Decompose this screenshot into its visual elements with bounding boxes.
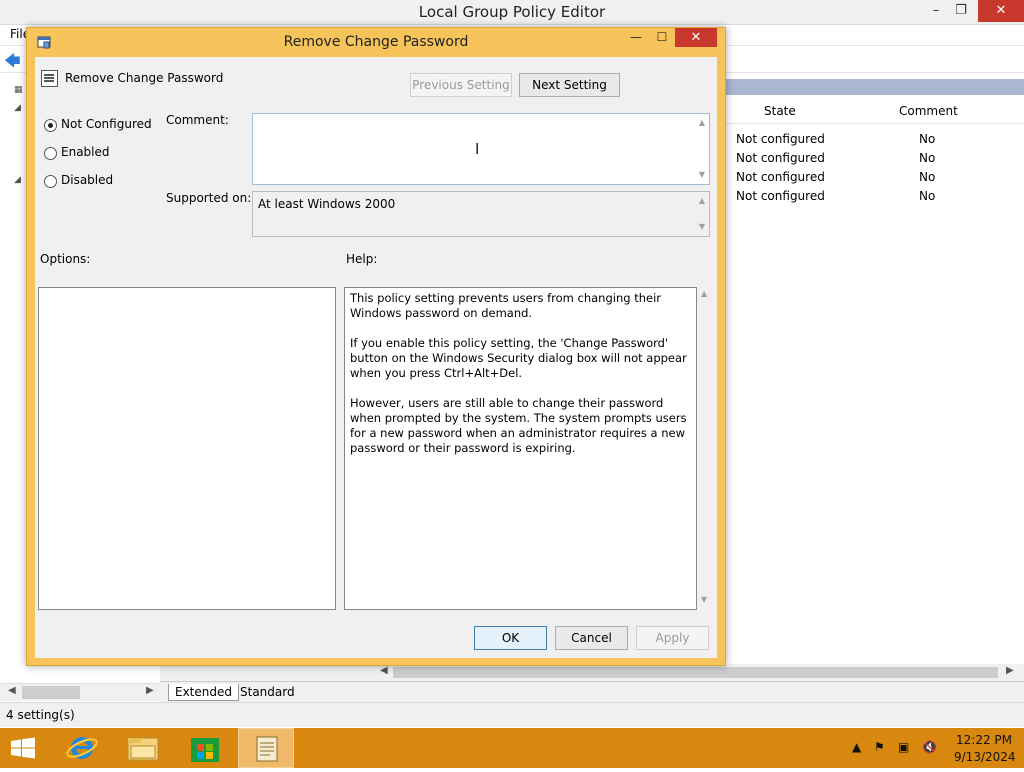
network-icon[interactable]: ▣ — [898, 740, 909, 754]
status-bar: 4 setting(s) — [0, 702, 1024, 727]
tree-expand-icon[interactable]: ◢ — [14, 175, 21, 185]
scroll-down-icon[interactable]: ▼ — [699, 222, 705, 231]
supported-on-field: At least Windows 2000 ▲ ▼ — [252, 191, 710, 237]
group-policy-editor-button[interactable] — [238, 728, 294, 768]
scroll-right-icon[interactable]: ▶ — [1006, 665, 1014, 676]
store-icon — [191, 738, 219, 762]
comment-label: Comment: — [166, 113, 229, 127]
text-cursor-icon: I — [475, 140, 480, 158]
show-hidden-icons-icon[interactable]: ▲ — [852, 740, 861, 754]
table-row[interactable]: Not configured No — [725, 130, 1024, 149]
start-button[interactable] — [0, 728, 46, 768]
apply-button[interactable]: Apply — [636, 626, 709, 650]
row-comment: No — [919, 132, 936, 146]
help-panel[interactable]: This policy setting prevents users from … — [344, 287, 697, 610]
volume-muted-icon[interactable]: 🔇 — [922, 740, 937, 754]
dialog-content: Remove Change Password Previous Setting … — [35, 57, 717, 658]
list-horizontal-scrollbar[interactable]: ◀ ▶ — [160, 664, 1024, 681]
tab-extended[interactable]: Extended — [168, 684, 239, 701]
internet-explorer-icon — [66, 737, 98, 759]
ok-button[interactable]: OK — [474, 626, 547, 650]
help-paragraph: This policy setting prevents users from … — [350, 291, 661, 320]
column-header-comment[interactable]: Comment — [899, 104, 958, 118]
setting-icon — [41, 70, 58, 87]
scroll-up-icon[interactable]: ▲ — [699, 118, 705, 127]
main-maximize-button[interactable]: ❐ — [946, 0, 976, 22]
options-label: Options: — [40, 252, 91, 266]
scroll-left-icon[interactable]: ◀ — [8, 685, 16, 696]
help-paragraph: If you enable this policy setting, the '… — [350, 336, 687, 380]
dialog-titlebar[interactable]: Remove Change Password — ☐ ✕ — [27, 28, 725, 56]
options-panel — [38, 287, 336, 610]
tree-horizontal-scrollbar[interactable]: ◀ ▶ — [0, 683, 160, 701]
table-row[interactable]: Not configured No — [725, 187, 1024, 206]
row-comment: No — [919, 189, 936, 203]
clock-date[interactable]: 9/13/2024 — [954, 750, 1016, 764]
supported-on-value: At least Windows 2000 — [258, 197, 396, 211]
scroll-up-icon[interactable]: ▲ — [699, 196, 705, 205]
start-icon — [11, 737, 35, 759]
action-center-flag-icon[interactable]: ⚑ — [874, 740, 885, 754]
row-state: Not configured — [736, 189, 825, 203]
radio-label: Not Configured — [61, 117, 152, 131]
main-close-button[interactable]: ✕ — [978, 0, 1024, 22]
scroll-right-icon[interactable]: ▶ — [146, 685, 154, 696]
radio-label: Enabled — [61, 145, 110, 159]
column-header-state[interactable]: State — [764, 104, 796, 118]
tab-standard[interactable]: Standard — [234, 684, 301, 700]
file-explorer-button[interactable] — [115, 728, 171, 768]
radio-unchecked-icon[interactable] — [44, 175, 57, 188]
scroll-up-icon[interactable]: ▲ — [701, 289, 707, 298]
setting-name: Remove Change Password — [65, 71, 224, 85]
table-row[interactable]: Not configured No — [725, 168, 1024, 187]
settings-list: State Comment Not configured No Not conf… — [725, 79, 1024, 663]
store-button[interactable] — [176, 728, 232, 768]
tree-expand-icon[interactable]: ◢ — [14, 103, 21, 113]
cancel-button[interactable]: Cancel — [555, 626, 628, 650]
view-tabs: Extended Standard — [160, 681, 1024, 702]
help-text: This policy setting prevents users from … — [350, 291, 690, 471]
list-title-bar — [725, 79, 1024, 95]
comment-input[interactable]: I ▲ ▼ — [252, 113, 710, 185]
scrollbar-thumb[interactable] — [22, 686, 80, 699]
previous-setting-button[interactable]: Previous Setting — [410, 73, 512, 97]
dialog-close-button[interactable]: ✕ — [675, 28, 717, 47]
clock-time[interactable]: 12:22 PM — [956, 733, 1012, 747]
row-state: Not configured — [736, 132, 825, 146]
taskbar: ▲ ⚑ ▣ 🔇 12:22 PM 9/13/2024 — [0, 728, 1024, 768]
policy-dialog: Remove Change Password — ☐ ✕ Remove Chan… — [26, 27, 726, 666]
group-policy-icon — [256, 736, 278, 762]
dialog-maximize-button[interactable]: ☐ — [651, 30, 673, 48]
next-setting-button[interactable]: Next Setting — [519, 73, 620, 97]
radio-unchecked-icon[interactable] — [44, 147, 57, 160]
main-window-title: Local Group Policy Editor — [418, 3, 606, 21]
row-state: Not configured — [736, 151, 825, 165]
scroll-down-icon[interactable]: ▼ — [701, 595, 707, 604]
row-comment: No — [919, 151, 936, 165]
table-row[interactable]: Not configured No — [725, 149, 1024, 168]
dialog-title: Remove Change Password — [283, 34, 469, 50]
list-header: State Comment — [725, 101, 1024, 124]
scroll-down-icon[interactable]: ▼ — [699, 170, 705, 179]
scrollbar-thumb[interactable] — [393, 667, 998, 678]
internet-explorer-button[interactable] — [56, 728, 112, 768]
help-label: Help: — [346, 252, 378, 266]
help-paragraph: However, users are still able to change … — [350, 396, 687, 455]
radio-checked-icon[interactable] — [44, 119, 57, 132]
radio-label: Disabled — [61, 173, 114, 187]
file-explorer-icon — [127, 737, 159, 761]
system-tray: ▲ ⚑ ▣ 🔇 12:22 PM 9/13/2024 — [848, 728, 1024, 768]
dialog-minimize-button[interactable]: — — [625, 30, 647, 48]
status-text: 4 setting(s) — [6, 708, 75, 722]
supported-on-label: Supported on: — [166, 191, 252, 205]
row-state: Not configured — [736, 170, 825, 184]
scroll-left-icon[interactable]: ◀ — [380, 665, 388, 676]
main-titlebar[interactable]: Local Group Policy Editor – ❐ ✕ — [0, 0, 1024, 25]
row-comment: No — [919, 170, 936, 184]
tree-node-icon[interactable]: ▦ — [14, 85, 23, 95]
